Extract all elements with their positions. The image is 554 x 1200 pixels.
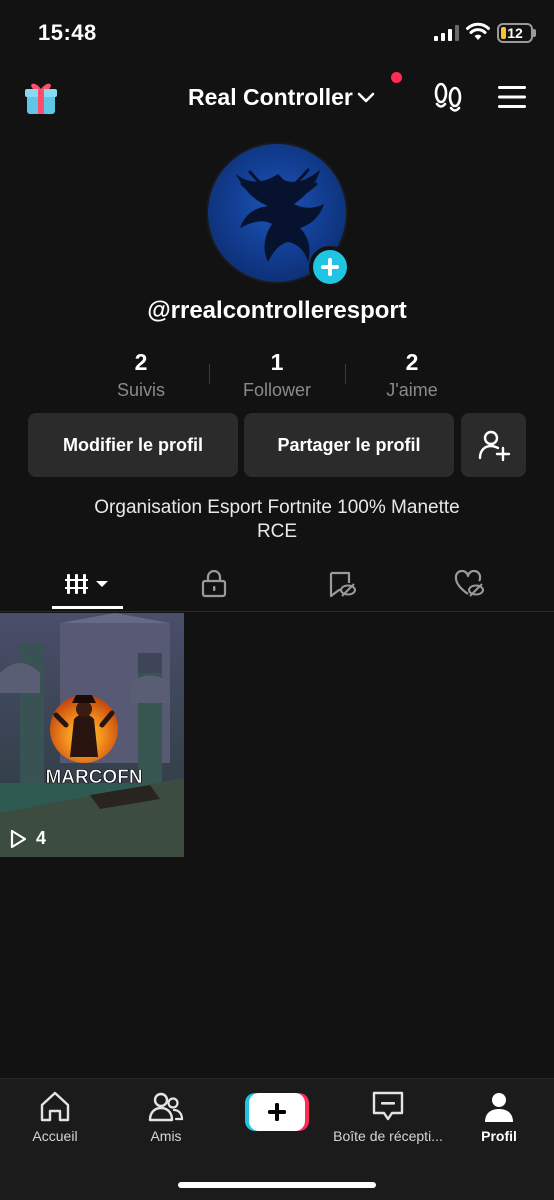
- stat-followers[interactable]: 1 Follower: [212, 348, 342, 401]
- tab-videos[interactable]: [52, 558, 123, 610]
- video-view-count: 4: [36, 828, 47, 848]
- stat-following-label: Suivis: [116, 380, 165, 400]
- profile-tabs: [0, 558, 554, 612]
- add-friend-button[interactable]: [461, 413, 526, 477]
- stat-likes[interactable]: 2 J'aime: [347, 348, 477, 401]
- profile-username: @rrealcontrolleresport: [147, 297, 407, 324]
- liked-icon: [454, 570, 484, 597]
- account-name: Real Controller: [188, 83, 353, 110]
- inbox-icon: [372, 1091, 404, 1121]
- create-button[interactable]: [245, 1093, 309, 1131]
- chevron-down-icon: [357, 92, 375, 103]
- status-time: 15:48: [38, 20, 97, 45]
- lock-icon: [201, 570, 227, 598]
- nav-friends-label: Amis: [150, 1128, 182, 1144]
- nav-inbox[interactable]: Boîte de récepti...: [332, 1079, 444, 1159]
- plus-icon: [321, 258, 339, 276]
- home-icon: [40, 1091, 70, 1122]
- stat-followers-count: 1: [270, 349, 284, 375]
- home-indicator: [178, 1182, 376, 1188]
- create-plus-icon: [245, 1093, 309, 1131]
- stat-divider: [345, 364, 346, 384]
- profile-bio: Organisation Esport Fortnite 100% Manett…: [40, 496, 514, 544]
- tab-liked[interactable]: [450, 558, 490, 610]
- video-views: 4: [8, 828, 46, 849]
- add-user-icon: [478, 430, 510, 462]
- profile-icon: [485, 1093, 513, 1122]
- battery-icon: 12: [497, 23, 533, 43]
- stat-divider: [209, 364, 210, 384]
- videos-grid-icon: [64, 574, 108, 594]
- stat-likes-count: 2: [405, 349, 419, 375]
- tab-reposts[interactable]: [322, 558, 362, 610]
- nav-friends[interactable]: Amis: [131, 1079, 201, 1159]
- video-overlay-text: MARCOFN: [45, 767, 142, 788]
- account-switcher[interactable]: Real Controller: [188, 82, 375, 112]
- nav-profile-label: Profil: [481, 1128, 517, 1144]
- stat-followers-label: Follower: [242, 380, 312, 400]
- stat-following-count: 2: [134, 349, 148, 375]
- stat-following[interactable]: 2 Suivis: [76, 348, 206, 401]
- status-bar: 15:48 12: [0, 0, 554, 64]
- edit-profile-label: Modifier le profil: [62, 434, 203, 455]
- video-thumbnail-image: MARCOFN: [0, 613, 184, 857]
- tab-private[interactable]: [190, 558, 238, 610]
- add-avatar-button[interactable]: [309, 246, 351, 288]
- nav-inbox-label: Boîte de récepti...: [333, 1128, 443, 1144]
- notification-dot: [391, 72, 402, 83]
- menu-icon[interactable]: [497, 84, 527, 110]
- nav-profile[interactable]: Profil: [468, 1079, 530, 1159]
- nav-home-label: Accueil: [32, 1128, 78, 1144]
- nav-home[interactable]: Accueil: [20, 1079, 90, 1159]
- bio-line: RCE: [256, 521, 298, 542]
- battery-level: 12: [507, 25, 523, 41]
- reposts-icon: [329, 571, 356, 598]
- share-profile-button[interactable]: Partager le profil: [244, 413, 454, 477]
- signal-icon: [434, 25, 459, 41]
- bio-line: Organisation Esport Fortnite 100% Manett…: [94, 497, 460, 518]
- play-icon: [10, 829, 27, 848]
- friends-icon: [148, 1092, 184, 1122]
- wifi-icon: [466, 22, 490, 40]
- edit-profile-button[interactable]: Modifier le profil: [28, 413, 238, 477]
- share-profile-label: Partager le profil: [277, 434, 421, 455]
- active-tab-indicator: [52, 606, 123, 609]
- video-thumbnail[interactable]: MARCOFN 4: [0, 613, 184, 857]
- gift-icon[interactable]: [24, 80, 58, 116]
- stat-likes-label: J'aime: [386, 380, 438, 400]
- footprint-icon[interactable]: [432, 82, 464, 114]
